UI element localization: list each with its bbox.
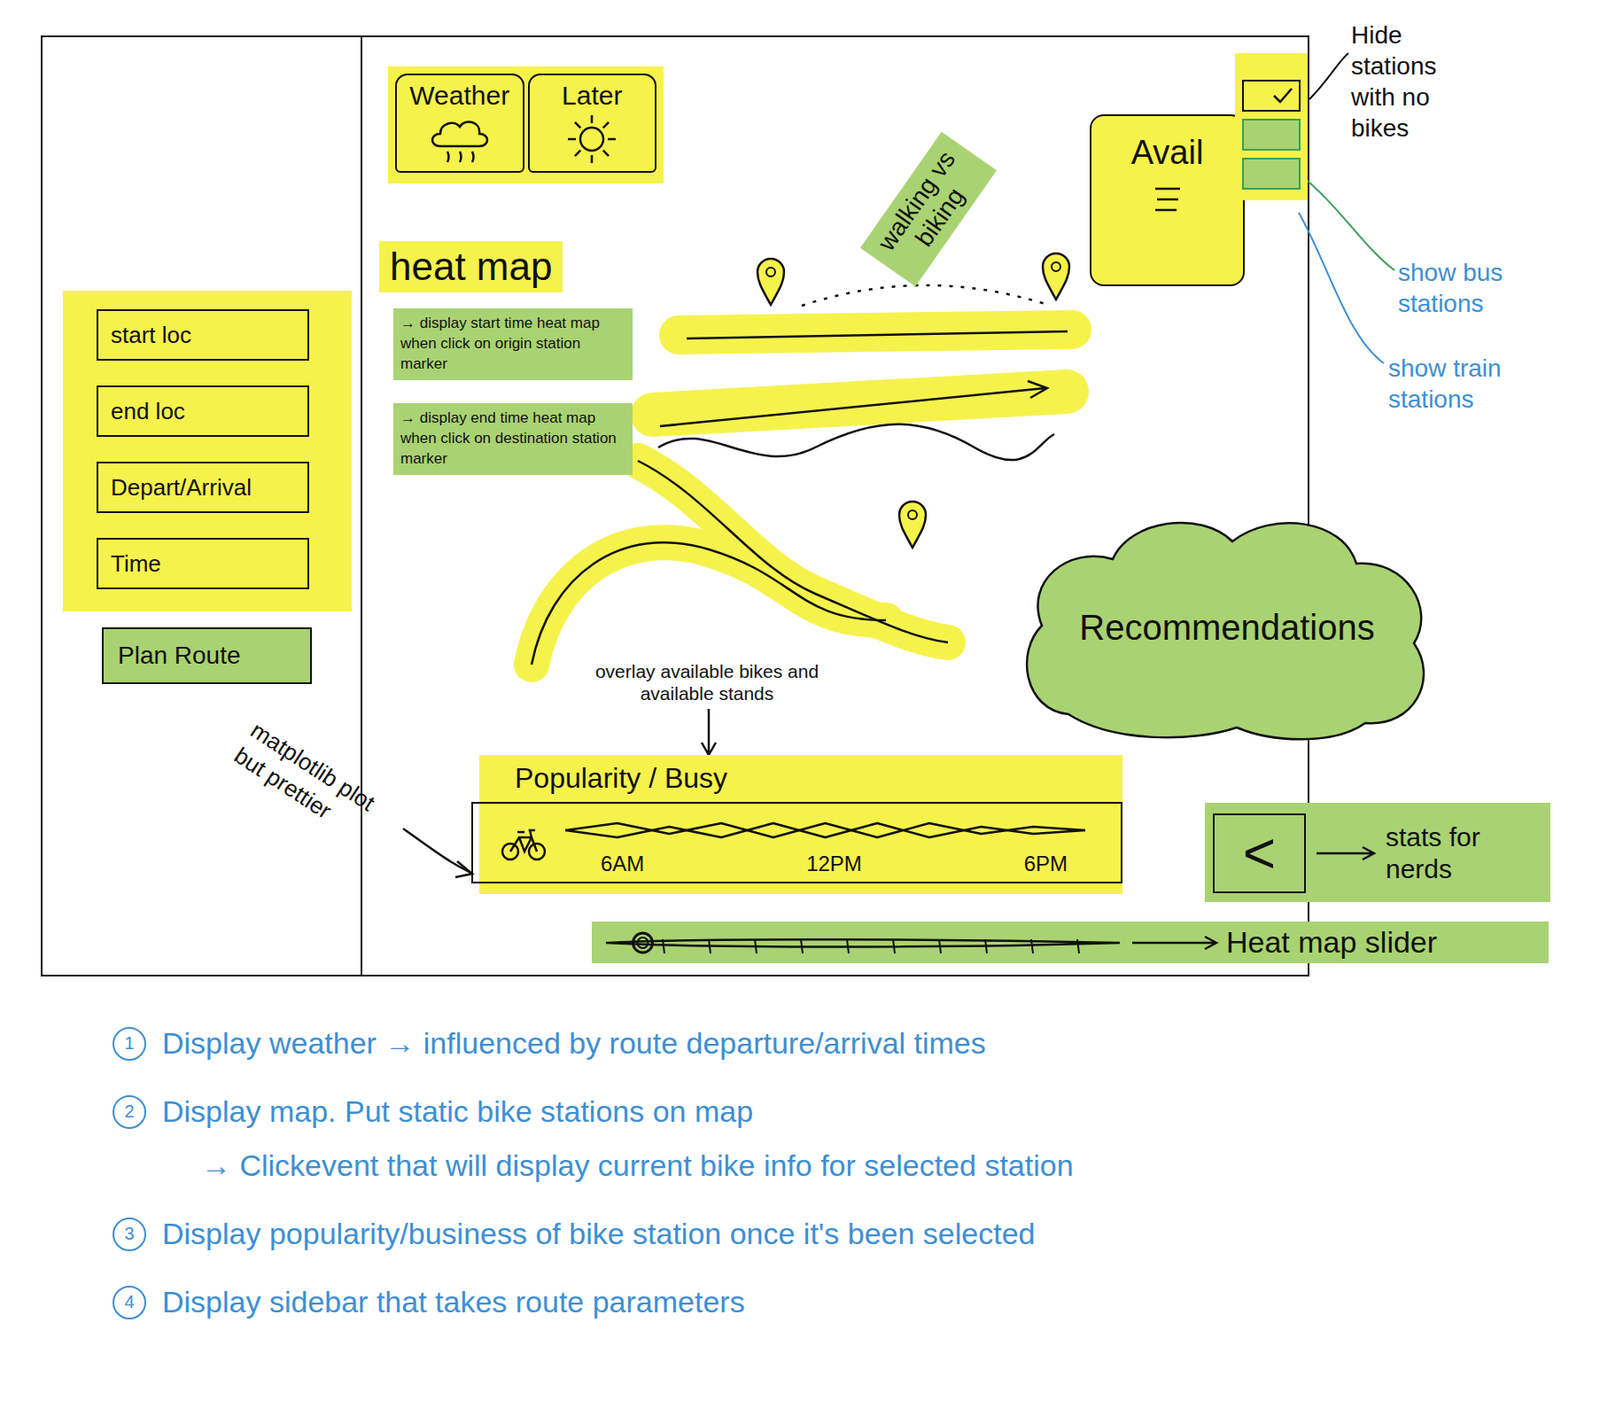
note-text: Display popularity/business of bike stat…: [162, 1216, 1036, 1251]
popularity-title: Popularity / Busy: [479, 761, 1123, 795]
note-number: 1: [112, 1026, 147, 1061]
time-tick: 6PM: [1024, 851, 1068, 877]
note-text: Display weather → influenced by route de…: [162, 1025, 987, 1061]
popularity-chart-box: 6AM 12PM 6PM: [471, 801, 1123, 884]
time-tick: 12PM: [806, 851, 863, 877]
time-axis: 6AM 12PM 6PM: [565, 851, 1086, 877]
wireframe-board: start loc end loc Depart/Arrival Time Plan R…: [0, 0, 1600, 1002]
arrow-icon: [1130, 933, 1220, 952]
map-pin-icon: [896, 497, 929, 550]
note-item: 4 Display sidebar that takes route parame…: [112, 1284, 1600, 1320]
layer-toggle-label: Hide stations with no bikes: [1351, 19, 1467, 144]
layer-checkbox[interactable]: [1242, 118, 1301, 151]
route-field[interactable]: start loc: [96, 309, 310, 361]
recommendations-panel: Recommendations: [1015, 510, 1439, 746]
slider-label: Heat map slider: [1226, 924, 1437, 960]
weather-tab[interactable]: Later: [528, 73, 658, 173]
station-pin[interactable]: [754, 255, 787, 307]
arrow-icon: [1314, 844, 1377, 863]
page: start loc end loc Depart/Arrival Time Plan R…: [0, 0, 1600, 1416]
route-field[interactable]: Depart/Arrival: [96, 461, 310, 513]
sun-icon: [560, 112, 623, 168]
note-number: 2: [112, 1095, 147, 1129]
popularity-panel: Popularity / Busy 6AM 12PM 6PM: [479, 754, 1123, 894]
map-pin-icon: [1040, 249, 1072, 302]
note-item: 2 Display map. Put static bike stations o…: [112, 1094, 1600, 1183]
series-line: [565, 823, 1086, 838]
note-detail: → Clickevent that will display current b…: [112, 1148, 1600, 1183]
series-line: [565, 823, 1086, 838]
route-form: start loc end loc Depart/Arrival Time: [62, 290, 352, 612]
layer-toggle-label: show bus stations: [1398, 256, 1545, 319]
check-icon: [1272, 86, 1294, 105]
bike-icon: [499, 823, 548, 863]
heat-map-note: → display start time heat map when click…: [393, 308, 633, 381]
plan-route-button[interactable]: Plan Route: [101, 627, 312, 684]
station-pin[interactable]: [896, 497, 929, 550]
map-pin-icon: [754, 255, 787, 307]
heat-map-note: → display end time heat map when click o…: [393, 403, 633, 475]
note-item: 1 Display weather → influenced by route d…: [112, 1025, 1600, 1061]
layer-toggle-label: show train stations: [1388, 352, 1535, 415]
route-field[interactable]: end loc: [96, 385, 310, 437]
note-text: Display map. Put static bike stations on…: [162, 1094, 754, 1129]
stats-label: stats for nerds: [1385, 821, 1537, 886]
heat-map-title: heat map: [379, 240, 563, 293]
plot-note: matplotlib plot but prettier: [228, 715, 392, 851]
note-item: 3 Display popularity/business of bike sta…: [112, 1216, 1600, 1251]
layer-toggles: [1234, 53, 1308, 201]
slider-knob[interactable]: [633, 932, 653, 953]
note-text: Display sidebar that takes route paramet…: [162, 1284, 746, 1320]
sidebar: start loc end loc Depart/Arrival Time Plan R…: [42, 37, 363, 975]
station-pin[interactable]: [1040, 249, 1072, 302]
heat-map-slider[interactable]: [600, 926, 1124, 959]
availability-panel: Avail: [1089, 114, 1245, 287]
popularity-chart: [565, 808, 1086, 852]
time-tick: 6AM: [600, 851, 645, 877]
layer-checkbox[interactable]: [1242, 157, 1301, 190]
rain-cloud-icon: [424, 112, 496, 168]
mode-comparison-label: walking vs biking: [860, 132, 997, 288]
heat-map-slider-band: Heat map slider: [591, 921, 1549, 964]
layer-checkbox[interactable]: [1242, 79, 1301, 112]
weather-tab[interactable]: Weather: [395, 73, 525, 173]
stats-zone: < stats for nerds: [1204, 802, 1551, 902]
weather-card: WeatherLater: [388, 66, 664, 184]
list-icon: [1149, 184, 1186, 215]
notes-list: 1 Display weather → influenced by route d…: [0, 1001, 1600, 1320]
note-number: 4: [112, 1285, 147, 1320]
route-field[interactable]: Time: [96, 537, 310, 590]
overlay-note: overlay available bikes and available st…: [591, 660, 823, 705]
stats-toggle-button[interactable]: <: [1212, 813, 1306, 894]
note-number: 3: [112, 1217, 147, 1251]
